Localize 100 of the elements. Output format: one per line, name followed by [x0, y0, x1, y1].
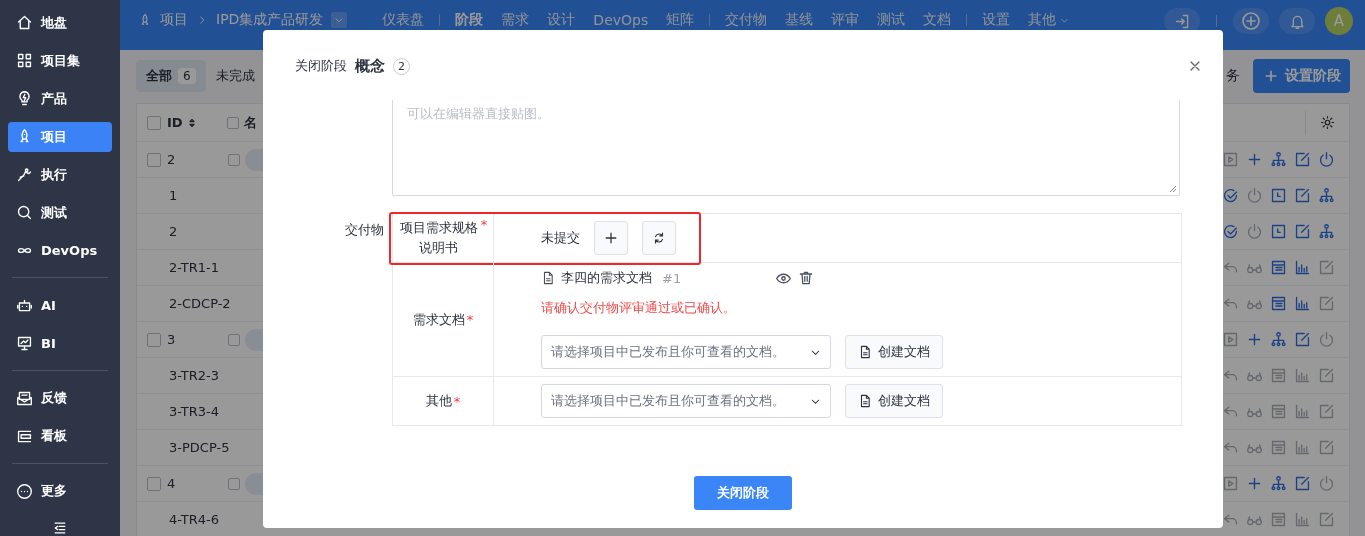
hierarchy-icon[interactable] [1270, 331, 1287, 348]
table-icon[interactable] [1270, 439, 1287, 456]
edit-icon[interactable] [1294, 223, 1311, 240]
clock-icon[interactable] [1270, 187, 1287, 204]
power-icon[interactable] [1318, 331, 1335, 348]
plus-icon [603, 230, 619, 246]
sidebar-item[interactable]: BI [8, 328, 112, 359]
plus-icon[interactable] [1246, 475, 1263, 492]
chart-icon[interactable] [1294, 403, 1311, 420]
play-icon[interactable] [1222, 475, 1239, 492]
table-icon[interactable] [1270, 295, 1287, 312]
sidebar-item[interactable]: 测试 [8, 197, 112, 228]
table-icon[interactable] [1270, 259, 1287, 276]
create-document-button[interactable]: 创建文档 [845, 384, 943, 418]
checkbox[interactable] [147, 115, 161, 130]
house-icon [16, 14, 33, 32]
sidebar-item[interactable]: 执行 [8, 159, 112, 190]
power-icon[interactable] [1318, 151, 1335, 168]
sidebar-item[interactable]: 更多 [8, 476, 112, 507]
presentation-icon [16, 334, 33, 352]
edit-icon[interactable] [1318, 367, 1335, 384]
trash-icon[interactable] [798, 270, 815, 286]
edit-icon[interactable] [1294, 475, 1311, 492]
power-icon[interactable] [1246, 187, 1263, 204]
table-cell: 2 [169, 224, 178, 239]
close-stage-button[interactable]: 关闭阶段 [694, 476, 792, 510]
edit-icon[interactable] [1318, 439, 1335, 456]
document-select[interactable]: 请选择项目中已发布且你可查看的文档。 [541, 384, 831, 418]
edit-icon[interactable] [1318, 403, 1335, 420]
hierarchy-icon[interactable] [1270, 475, 1287, 492]
edit-icon[interactable] [1294, 187, 1311, 204]
power-icon[interactable] [1318, 475, 1335, 492]
deliverable-name: 需求文档 [412, 310, 465, 329]
chart-icon[interactable] [1294, 511, 1311, 528]
sidebar-item[interactable]: 看板 [8, 421, 112, 452]
chart-icon[interactable] [1294, 367, 1311, 384]
settings-icon[interactable] [1320, 115, 1335, 130]
clock-icon[interactable] [1270, 223, 1287, 240]
project-name[interactable]: IPD集成产品研发 [216, 11, 324, 29]
sidebar-item[interactable]: 地盘 [8, 8, 112, 38]
grid-icon [16, 52, 33, 70]
plus-icon [1241, 11, 1261, 31]
refresh-button[interactable] [642, 221, 676, 255]
play-icon[interactable] [1222, 331, 1239, 348]
table-cell: 2-TR1-1 [169, 260, 219, 275]
check-icon[interactable] [1222, 223, 1239, 240]
hierarchy-icon[interactable] [1318, 223, 1335, 240]
checkbox[interactable] [147, 476, 161, 491]
check-icon[interactable] [1222, 187, 1239, 204]
set-stage-button[interactable]: 设置阶段 [1253, 59, 1350, 93]
plus-icon[interactable] [1246, 331, 1263, 348]
hierarchy-icon[interactable] [1270, 151, 1287, 168]
breadcrumb-link[interactable]: 项目 [160, 11, 188, 29]
sidebar-item[interactable]: DevOps [8, 235, 112, 266]
document-select[interactable]: 请选择项目中已发布且你可查看的文档。 [541, 335, 831, 369]
plus-icon[interactable] [1246, 151, 1263, 168]
edit-icon[interactable] [1294, 151, 1311, 168]
collapse-toggle[interactable] [228, 333, 240, 346]
chart-icon[interactable] [1294, 295, 1311, 312]
table-cell-text: 2 [167, 152, 177, 167]
chart-icon[interactable] [1294, 439, 1311, 456]
power-icon[interactable] [1246, 223, 1263, 240]
edit-icon[interactable] [1318, 259, 1335, 276]
sidebar-item[interactable]: 反馈 [8, 383, 112, 414]
table-icon[interactable] [1270, 367, 1287, 384]
status-text: 未提交 [541, 229, 580, 247]
sidebar-item[interactable]: 项目 [8, 121, 112, 152]
document-icon [858, 345, 872, 359]
column-header: 名 [243, 113, 257, 132]
filter-tab[interactable]: 未完成 [205, 60, 265, 92]
nav-tab[interactable]: 评审 [822, 11, 869, 29]
table-cell: 3-TR2-3 [169, 368, 219, 383]
resize-handle[interactable] [1169, 185, 1177, 193]
hierarchy-icon[interactable] [1318, 187, 1335, 204]
chart-icon[interactable] [1294, 259, 1311, 276]
edit-icon[interactable] [1294, 331, 1311, 348]
edit-icon[interactable] [1318, 295, 1335, 312]
sidebar-item[interactable]: AI [8, 290, 112, 321]
create-document-button[interactable]: 创建文档 [845, 335, 943, 369]
nav-tab[interactable]: 阶段 [446, 11, 493, 29]
table-icon[interactable] [1270, 511, 1287, 528]
collapse-toggle[interactable] [228, 477, 240, 490]
required-mark: * [453, 393, 461, 409]
filter-tab[interactable]: 全部 6 [136, 60, 206, 92]
collapse-toggle[interactable] [228, 153, 240, 166]
column-header[interactable]: ID [167, 115, 183, 130]
add-button[interactable] [594, 221, 628, 255]
collapse-toggle[interactable] [226, 116, 239, 129]
table-cell: 3-TR3-4 [169, 404, 219, 419]
tab-label[interactable]: 务 [1226, 67, 1240, 85]
checkbox[interactable] [147, 332, 161, 347]
collapse-icon[interactable] [52, 520, 68, 536]
table-icon[interactable] [1270, 403, 1287, 420]
edit-icon[interactable] [1318, 511, 1335, 528]
sidebar-item[interactable]: 产品 [8, 83, 112, 114]
play-icon[interactable] [1222, 151, 1239, 168]
sidebar-item[interactable]: 项目集 [8, 45, 112, 76]
checkbox[interactable] [147, 152, 161, 167]
document-icon [541, 271, 555, 285]
document-link[interactable]: 李四的需求文档 [561, 269, 652, 287]
